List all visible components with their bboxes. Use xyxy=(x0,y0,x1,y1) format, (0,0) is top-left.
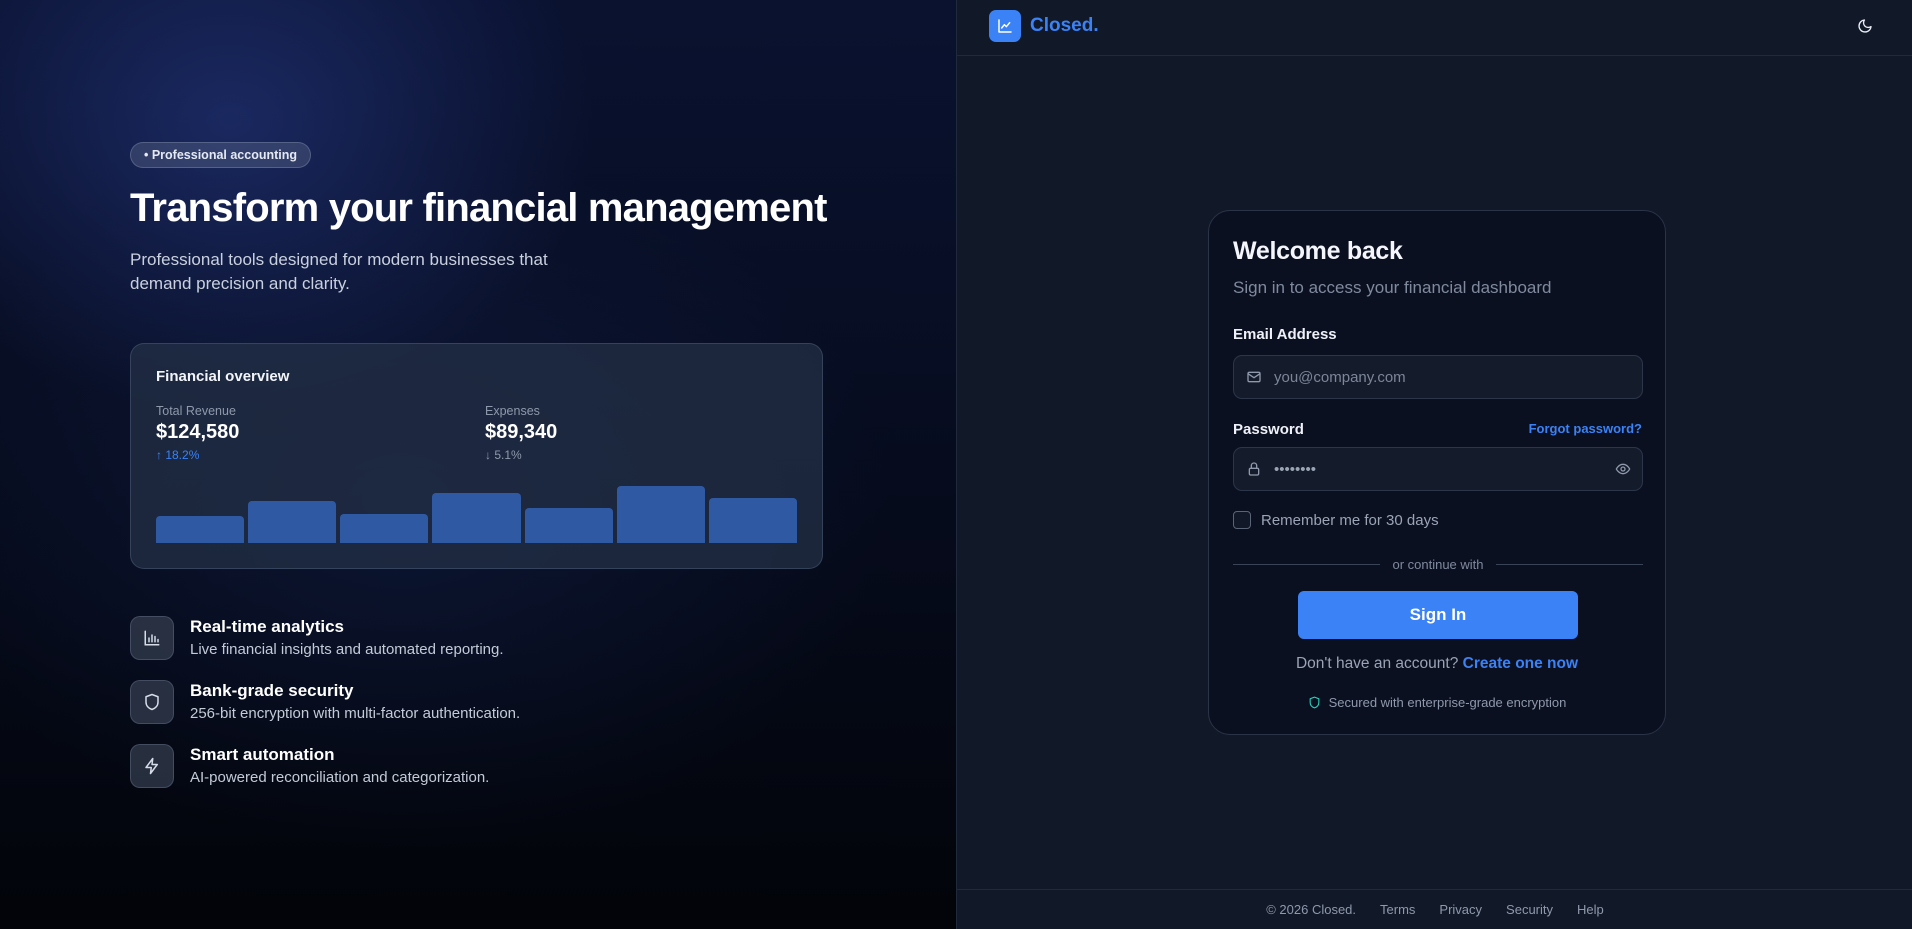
revenue-label: Total Revenue xyxy=(156,404,236,418)
overview-bar xyxy=(616,485,705,543)
login-subtitle: Sign in to access your financial dashboa… xyxy=(1233,278,1552,297)
eye-icon xyxy=(1615,463,1631,475)
footer-link-security[interactable]: Security xyxy=(1506,902,1553,917)
password-field[interactable] xyxy=(1274,448,1604,490)
top-bar: Closed. xyxy=(957,0,1912,56)
hero-title: Transform your financial management xyxy=(130,186,827,230)
chart-line-icon xyxy=(989,10,1021,42)
revenue-value: $124,580 xyxy=(156,421,240,443)
signup-text: Don't have an account? xyxy=(1295,655,1459,672)
login-panel: Closed. Welcome back Sign in to access y… xyxy=(956,0,1912,929)
theme-toggle-button[interactable] xyxy=(1853,14,1877,38)
moon-icon xyxy=(1858,19,1872,33)
hero-subtitle: Professional tools designed for modern b… xyxy=(130,250,548,293)
signup-prompt: Don't have an account? Create one now xyxy=(1209,655,1665,673)
divider: or continue with xyxy=(1233,556,1643,572)
feature-title: Real-time analytics xyxy=(190,617,345,636)
overview-bar xyxy=(248,501,337,543)
revenue-stat: Total Revenue $124,580 ↑ 18.2% xyxy=(156,404,239,462)
shield-icon xyxy=(1309,696,1319,709)
financial-overview-card: Financial overview Total Revenue $124,58… xyxy=(130,343,823,569)
feature-automation: Smart automation AI-powered reconciliati… xyxy=(130,744,489,788)
email-field-wrapper xyxy=(1233,355,1643,399)
forgot-password-link[interactable]: Forgot password? xyxy=(1529,421,1642,436)
remember-me-checkbox[interactable] xyxy=(1233,511,1251,529)
footer: © 2026 Closed. Terms Privacy Security He… xyxy=(957,889,1912,929)
lightning-icon xyxy=(130,744,174,788)
feature-desc: AI-powered reconciliation and categoriza… xyxy=(190,769,490,786)
divider-line xyxy=(1495,563,1643,565)
password-label: Password xyxy=(1233,421,1304,438)
overview-bar xyxy=(524,508,613,543)
remember-me-label[interactable]: Remember me for 30 days xyxy=(1261,512,1439,529)
feature-security: Bank-grade security 256-bit encryption w… xyxy=(130,680,520,724)
feature-desc: 256-bit encryption with multi-factor aut… xyxy=(190,705,521,722)
brand-name: Closed. xyxy=(1030,15,1099,36)
overview-bar xyxy=(340,513,429,543)
expenses-stat: Expenses $89,340 ↓ 5.1% xyxy=(485,404,557,462)
overview-bar xyxy=(432,492,521,543)
feature-title: Bank-grade security xyxy=(190,681,354,700)
hero-panel: • Professional accounting Transform your… xyxy=(0,0,956,929)
overview-bar xyxy=(708,498,797,543)
overview-bar-chart xyxy=(156,473,797,543)
copyright: © 2026 Closed. xyxy=(1266,902,1357,917)
expenses-value: $89,340 xyxy=(485,421,558,443)
expenses-label: Expenses xyxy=(485,404,540,418)
divider-line xyxy=(1233,563,1381,565)
security-note-text: Secured with enterprise-grade encryption xyxy=(1328,695,1567,710)
professional-badge: • Professional accounting xyxy=(130,142,312,168)
footer-link-terms[interactable]: Terms xyxy=(1380,902,1415,917)
email-field[interactable] xyxy=(1274,356,1642,398)
overview-title: Financial overview xyxy=(156,368,290,385)
feature-analytics: Real-time analytics Live financial insig… xyxy=(130,616,504,660)
mail-icon xyxy=(1234,369,1274,385)
bar-chart-icon xyxy=(130,616,174,660)
feature-title: Smart automation xyxy=(190,745,335,764)
footer-link-help[interactable]: Help xyxy=(1577,902,1604,917)
create-account-link[interactable]: Create one now xyxy=(1463,655,1578,672)
remember-me-row: Remember me for 30 days xyxy=(1233,511,1439,529)
lock-icon xyxy=(1234,461,1274,477)
login-title: Welcome back xyxy=(1233,237,1403,265)
brand-logo-link[interactable]: Closed. xyxy=(989,10,1099,42)
divider-text: or continue with xyxy=(1392,556,1484,572)
shield-icon xyxy=(130,680,174,724)
show-password-toggle[interactable] xyxy=(1604,461,1642,477)
expenses-change: ↓ 5.1% xyxy=(485,448,522,462)
security-note: Secured with enterprise-grade encryption xyxy=(1209,695,1665,710)
login-card: Welcome back Sign in to access your fina… xyxy=(1208,210,1666,735)
sign-in-button[interactable]: Sign In xyxy=(1298,591,1578,639)
footer-link-privacy[interactable]: Privacy xyxy=(1439,902,1482,917)
revenue-change: ↑ 18.2% xyxy=(156,448,200,462)
password-field-wrapper xyxy=(1233,447,1643,491)
feature-desc: Live financial insights and automated re… xyxy=(190,641,504,658)
email-label: Email Address xyxy=(1233,326,1337,343)
overview-bar xyxy=(156,516,245,543)
